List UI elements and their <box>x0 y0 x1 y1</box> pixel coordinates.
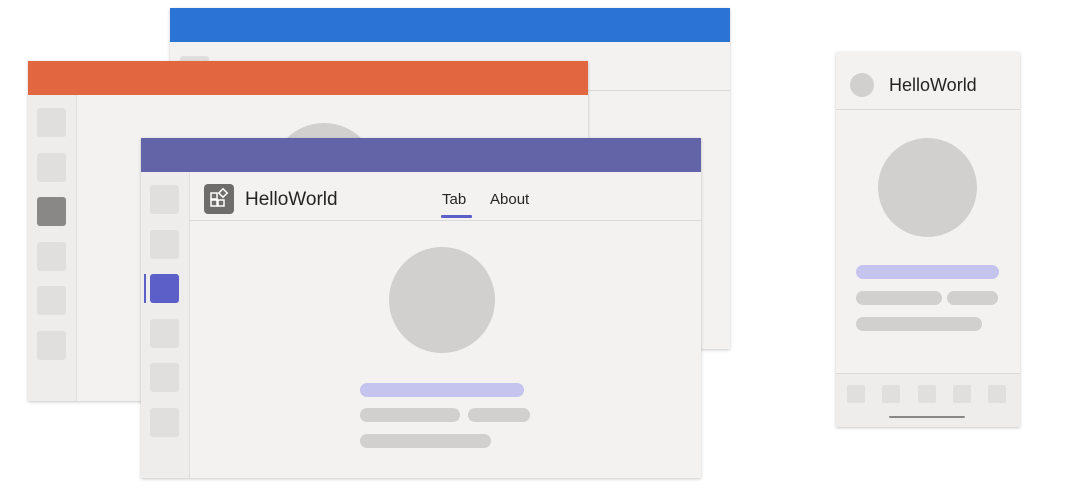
title-placeholder <box>360 383 524 397</box>
text-placeholder <box>360 408 460 422</box>
nav-item[interactable] <box>882 385 900 403</box>
window-titlebar <box>141 138 701 172</box>
mobile-app-title: HelloWorld <box>889 75 977 95</box>
mobile-window: HelloWorld <box>836 52 1020 427</box>
front-window-purple: HelloWorld Tab About <box>141 138 701 478</box>
rail-item-active[interactable] <box>150 274 179 303</box>
tab-active-underline <box>441 215 472 218</box>
nav-item[interactable] <box>847 385 865 403</box>
rail-item[interactable] <box>150 363 179 392</box>
text-placeholder <box>856 291 942 305</box>
title-placeholder <box>856 265 999 279</box>
rail-item-selected[interactable] <box>37 197 66 226</box>
rail-item[interactable] <box>37 286 66 315</box>
nav-item[interactable] <box>953 385 971 403</box>
app-title: HelloWorld <box>245 189 338 210</box>
avatar-placeholder <box>389 247 495 353</box>
app-rail <box>28 95 77 401</box>
rail-item[interactable] <box>150 319 179 348</box>
nav-item[interactable] <box>988 385 1006 403</box>
avatar-icon <box>850 73 874 97</box>
rail-item[interactable] <box>37 331 66 360</box>
text-placeholder <box>947 291 998 305</box>
text-placeholder <box>856 317 982 331</box>
tab-divider <box>189 220 701 221</box>
rail-item[interactable] <box>37 108 66 137</box>
apps-icon <box>210 187 229 207</box>
rail-active-indicator <box>144 274 146 303</box>
bottom-nav <box>836 374 1020 427</box>
app-rail <box>141 172 190 478</box>
tab-tab[interactable]: Tab <box>442 191 466 208</box>
window-titlebar <box>170 8 730 42</box>
home-indicator <box>889 416 965 418</box>
rail-item[interactable] <box>150 185 179 214</box>
tab-about[interactable]: About <box>490 191 529 208</box>
avatar-placeholder <box>878 138 977 237</box>
rail-item[interactable] <box>37 153 66 182</box>
nav-item[interactable] <box>918 385 936 403</box>
rail-item[interactable] <box>37 242 66 271</box>
app-icon <box>204 184 234 214</box>
rail-item[interactable] <box>150 230 179 259</box>
header-divider <box>836 109 1020 110</box>
text-placeholder <box>468 408 530 422</box>
window-titlebar <box>28 61 588 95</box>
rail-item[interactable] <box>150 408 179 437</box>
text-placeholder <box>360 434 491 448</box>
